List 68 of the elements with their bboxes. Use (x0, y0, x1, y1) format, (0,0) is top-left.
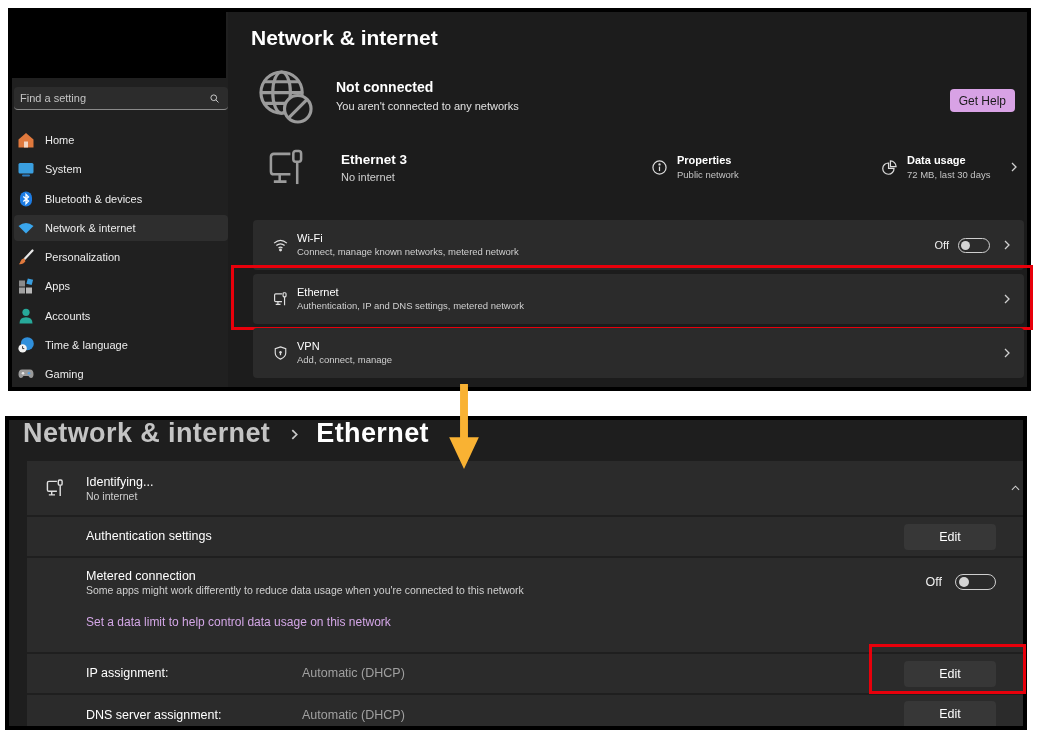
chevron-right-icon[interactable] (1004, 240, 1010, 250)
setting-label: Authentication settings (86, 529, 212, 544)
breadcrumb-link[interactable]: Network & internet (23, 420, 271, 446)
get-help-button[interactable]: Get Help (949, 89, 1015, 112)
setting-description: Connect, manage known networks, metered network (297, 246, 520, 258)
connection-name: Identifying... (86, 474, 154, 490)
sidebar-item[interactable]: Home (14, 127, 228, 153)
monitor-cable-icon (268, 148, 305, 186)
sidebar-item[interactable]: Accounts (14, 302, 228, 329)
setting-title: VPN (297, 340, 321, 353)
person-icon (18, 307, 34, 324)
properties-label[interactable]: Properties (677, 153, 739, 167)
adapter-name: Ethernet 3 (341, 150, 409, 168)
page-title: Ethernet (316, 420, 429, 446)
settings-card[interactable]: VPN Add, connect, manage (253, 328, 1024, 378)
connection-header[interactable]: Identifying... No internet (27, 461, 1023, 515)
shield-icon (273, 346, 288, 360)
edit-button[interactable]: Edit (904, 523, 996, 550)
sidebar-item[interactable]: Bluetooth & devices (14, 185, 228, 212)
apps-grid-icon (18, 278, 34, 295)
status-subtitle: You aren't connected to any networks (336, 99, 519, 113)
page-title: Network & internet (251, 25, 438, 50)
setting-description: Add, connect, manage (297, 354, 394, 366)
setting-label: Metered connection (86, 569, 197, 584)
monitor-cable-icon (273, 292, 288, 306)
settings-card[interactable]: Wi-Fi Connect, manage known networks, metered network Off (253, 220, 1024, 270)
sidebar-item[interactable]: Network & internet (14, 214, 228, 241)
properties-value: Public network (677, 169, 739, 181)
bluetooth-icon (18, 190, 34, 207)
house-icon (18, 132, 34, 148)
data-usage-label[interactable]: Data usage (907, 153, 991, 167)
sidebar-item[interactable]: Personalization (14, 244, 228, 271)
globe-clock-icon (18, 337, 34, 354)
wifi-icon (273, 238, 288, 252)
setting-title: Ethernet (297, 286, 340, 299)
setting-description: Authentication, IP and DNS settings, metered network (297, 300, 525, 312)
data-limit-link[interactable]: Set a data limit to help control data usage on this network (86, 615, 391, 629)
chevron-right-icon[interactable] (1004, 348, 1010, 358)
setting-label: IP assignment: (86, 666, 170, 681)
setting-value: Automatic (DHCP) (302, 708, 405, 723)
pie-chart-icon (882, 159, 897, 175)
chevron-right-icon[interactable] (1011, 162, 1017, 172)
setting-value: Automatic (DHCP) (302, 666, 405, 681)
data-usage-value: 72 MB, last 30 days (907, 169, 991, 181)
monitor-icon (18, 161, 34, 178)
chevron-right-icon[interactable] (1004, 294, 1010, 304)
adapter-status: No internet (341, 169, 396, 184)
connection-status: No internet (86, 489, 139, 502)
brush-icon (18, 249, 34, 266)
status-title: Not connected (336, 79, 435, 96)
toggle-state-label: Off (925, 575, 942, 589)
search-field[interactable]: Find a setting (14, 87, 228, 110)
chevron-up-icon[interactable] (1011, 485, 1020, 491)
edit-button[interactable]: Edit (904, 660, 996, 687)
setting-label: DNS server assignment: (86, 708, 223, 723)
sidebar-item[interactable]: Time & language (14, 332, 228, 359)
edit-button[interactable]: Edit (904, 701, 996, 726)
sidebar-item[interactable]: Apps (14, 273, 228, 300)
toggle-state-label: Off (934, 239, 949, 251)
monitor-cable-icon (45, 479, 65, 497)
sidebar-item[interactable]: Gaming (14, 361, 228, 387)
setting-title: Wi-Fi (297, 232, 324, 245)
info-icon (652, 159, 667, 175)
chevron-right-icon (291, 429, 299, 440)
setting-description: Some apps might work differently to reduce data usage when you're connected to this network (86, 584, 524, 597)
search-icon (210, 94, 219, 103)
globe-no-entry-icon (258, 68, 313, 124)
sidebar-item[interactable]: System (14, 156, 228, 183)
